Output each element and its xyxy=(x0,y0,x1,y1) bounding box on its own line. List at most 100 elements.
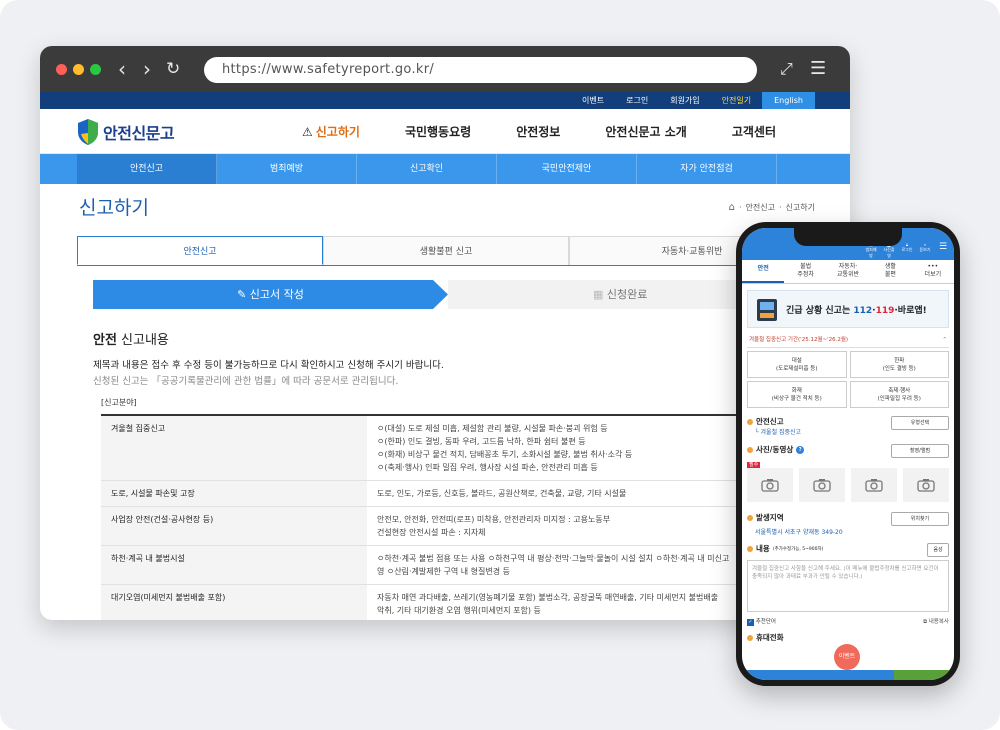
content-textarea[interactable]: 겨울철 집중신고 사항을 신고해 주세요. (이 메뉴에 불법주정차를 신고하면… xyxy=(747,560,949,612)
mobile-tab-life[interactable]: 생활 불편 xyxy=(869,260,911,283)
category-heavy-snow[interactable]: 대설 (도로제설미흡 등) xyxy=(747,351,847,378)
subnav-safety-report[interactable]: 안전신고 xyxy=(77,154,217,184)
camera-slot-icon[interactable] xyxy=(799,468,845,502)
warning-icon: ⚠ xyxy=(302,125,313,139)
menu-icon[interactable]: ☰ xyxy=(810,57,826,81)
required-dot-icon xyxy=(747,545,753,552)
help-icon[interactable]: ? xyxy=(796,445,805,454)
home-icon[interactable]: ⌂ xyxy=(729,202,735,213)
reload-icon[interactable]: ↻ xyxy=(166,57,180,81)
section-title: 안전 신고내용 xyxy=(93,333,169,348)
sub-navigation: 안전신고 범죄예방 신고확인 국민안전제안 자가 안전점검 xyxy=(40,154,850,184)
site-logo[interactable]: 안전신문고 xyxy=(77,118,175,146)
page-title: 신고하기 xyxy=(79,197,149,219)
phone-notch xyxy=(794,228,902,246)
subnav-self-check[interactable]: 자가 안전점검 xyxy=(637,154,777,184)
showcase-stage: ‹ › ↻ https://www.safetyreport.go.kr/ ⤢ … xyxy=(0,0,1000,730)
row-heading: 겨울철 집중신고 xyxy=(101,416,367,480)
required-dot-icon xyxy=(747,634,753,641)
report-tabs: 안전신고 생활불편 신고 자동차·교통위반 xyxy=(77,236,850,266)
row-heading: 도로, 시설물 파손및 고장 xyxy=(101,481,367,506)
subnav-report-check[interactable]: 신고확인 xyxy=(357,154,497,184)
tab-safety-report[interactable]: 안전신고 xyxy=(77,236,323,265)
breadcrumb: ⌂ · 안전신고 · 신고하기 xyxy=(728,202,815,213)
required-dot-icon xyxy=(747,446,753,453)
browser-chrome: ‹ › ↻ https://www.safetyreport.go.kr/ ⤢ … xyxy=(40,46,850,92)
gnb-about[interactable]: 안전신문고 소개 xyxy=(605,123,686,140)
recommend-row: ✓ 추천단어 ⧉ 내용복사 xyxy=(747,617,949,626)
util-link-signup[interactable]: 회원가입 xyxy=(659,92,710,109)
mobile-menu-icon[interactable]: ☰ xyxy=(936,242,950,259)
gnb-safety-info[interactable]: 안전정보 xyxy=(516,123,560,140)
records-notice-text: 신청된 신고는 「공공기록물관리에 관한 법률」에 따라 공문서로 관리됩니다. xyxy=(93,376,399,387)
subnav-proposal[interactable]: 국민안전제안 xyxy=(497,154,637,184)
voice-input-button[interactable]: 음성 xyxy=(927,543,949,557)
mobile-login-icon[interactable]: 🔒︎ 로그인 xyxy=(900,242,914,259)
row-heading: 하천·계곡 내 불법시설 xyxy=(101,546,367,584)
mobile-search-icon[interactable]: ⌕ 돋보기 xyxy=(918,242,932,259)
emergency-banner[interactable]: 긴급 상황 신고는 112·119·바로앱! xyxy=(747,290,949,328)
find-location-button[interactable]: 위치찾기 xyxy=(891,512,949,526)
mobile-tab-more[interactable]: ••• 더보기 xyxy=(912,260,954,283)
gnb-customer-center[interactable]: 고객센터 xyxy=(732,123,776,140)
maximize-window-dot[interactable] xyxy=(90,64,101,75)
mobile-screen: ▣범죄예방 ◙사진촬영 🔒︎로그인 ⌕돋보기 ☰ 안전 불법 주정차 자동차· … xyxy=(742,228,954,680)
copy-content-button[interactable]: ⧉ 내용복사 xyxy=(923,617,949,626)
row-heading: 사업장 안전(건설·공사현장 등) xyxy=(101,507,367,545)
required-dot-icon xyxy=(747,418,753,425)
chevron-up-icon[interactable]: ⌃ xyxy=(942,332,947,348)
pencil-icon: ✎ xyxy=(237,288,247,301)
category-grid: 대설 (도로제설미흡 등) 한파 (인도 결빙 등) 화재 (비상구 물건 적치… xyxy=(747,351,949,408)
camera-slot-icon[interactable] xyxy=(903,468,949,502)
expand-icon[interactable]: ⤢ xyxy=(780,57,793,81)
gnb-action-guide[interactable]: 국민행동요령 xyxy=(405,123,471,140)
shield-logo-icon xyxy=(77,118,99,146)
mobile-tab-traffic[interactable]: 자동차· 교통위반 xyxy=(827,260,869,283)
close-window-dot[interactable] xyxy=(56,64,67,75)
event-fab-button[interactable]: 이벤트 xyxy=(834,644,860,670)
tab-life-inconvenience[interactable]: 생활불편 신고 xyxy=(323,236,569,265)
building-icon: ▦ xyxy=(593,288,604,301)
camera-slot-icon[interactable] xyxy=(851,468,897,502)
util-link-english[interactable]: English xyxy=(762,92,815,109)
required-dot-icon xyxy=(747,514,753,521)
breadcrumb-item[interactable]: 안전신고 xyxy=(746,202,775,213)
back-arrow-icon[interactable]: ‹ xyxy=(118,57,126,81)
mobile-phone-mockup: ▣범죄예방 ◙사진촬영 🔒︎로그인 ⌕돋보기 ☰ 안전 불법 주정차 자동차· … xyxy=(736,222,960,686)
mobile-tab-safety[interactable]: 안전 xyxy=(742,260,785,283)
safety-report-row: 안전신고 └ 겨울철 집중신고 유형선택 xyxy=(747,416,949,440)
category-cold-wave[interactable]: 한파 (인도 결빙 등) xyxy=(849,351,949,378)
gnb-report[interactable]: ⚠ 신고하기 xyxy=(302,123,360,140)
logo-text: 안전신문고 xyxy=(103,124,175,143)
type-select-button[interactable]: 유형선택 xyxy=(891,416,949,430)
category-festival[interactable]: 축제·행사 (인파밀집 우려 등) xyxy=(849,381,949,408)
camera-slot-icon[interactable] xyxy=(747,468,793,502)
util-link-diary[interactable]: 안전일기 xyxy=(711,92,762,109)
location-value: 서울특별시 서초구 양재동 349-20 xyxy=(755,529,843,536)
subnav-crime-prevention[interactable]: 범죄예방 xyxy=(217,154,357,184)
field-category-label: [신고분야] xyxy=(101,398,137,407)
breadcrumb-item: 신고하기 xyxy=(785,203,815,212)
util-link-event[interactable]: 이벤트 xyxy=(571,92,615,109)
content-row: 내용 (추가수정가능, 5~900자) 음성 xyxy=(747,543,949,557)
camera-album-button[interactable]: 촬영/앨범 xyxy=(891,444,949,458)
step-write: ✎ 신고서 작성 xyxy=(93,280,448,309)
utility-bar: 이벤트 로그인 회원가입 안전일기 English xyxy=(40,92,850,109)
winter-period-notice[interactable]: 겨울철 집중신고 기간('25.12월~'26.2월) ⌃ xyxy=(747,332,949,348)
category-fire[interactable]: 화재 (비상구 물건 적치 등) xyxy=(747,381,847,408)
mobile-bottom-bar xyxy=(742,670,954,680)
row-heading: 대기오염(미세먼지 불법배출 포함) xyxy=(101,585,367,620)
forward-arrow-icon[interactable]: › xyxy=(143,57,151,81)
photo-row: 사진/동영상? 촬영/앨범 xyxy=(747,444,949,458)
notice-text: 제목과 내용은 접수 후 수정 등이 불가능하므로 다시 확인하시고 신청해 주… xyxy=(93,360,444,371)
mobile-tab-parking[interactable]: 불법 주정차 xyxy=(784,260,826,283)
location-row: 발생지역 서울특별시 서초구 양재동 349-20 위치찾기 xyxy=(747,512,949,540)
photo-slots xyxy=(747,468,949,502)
util-link-login[interactable]: 로그인 xyxy=(615,92,659,109)
recommend-checkbox[interactable]: ✓ xyxy=(747,619,754,626)
desktop-browser-window: ‹ › ↻ https://www.safetyreport.go.kr/ ⤢ … xyxy=(40,46,850,620)
address-bar[interactable]: https://www.safetyreport.go.kr/ xyxy=(204,57,757,83)
minimize-window-dot[interactable] xyxy=(73,64,84,75)
mobile-tabs: 안전 불법 주정차 자동차· 교통위반 생활 불편 ••• 더보기 xyxy=(742,260,954,284)
kiosk-icon xyxy=(757,299,777,321)
